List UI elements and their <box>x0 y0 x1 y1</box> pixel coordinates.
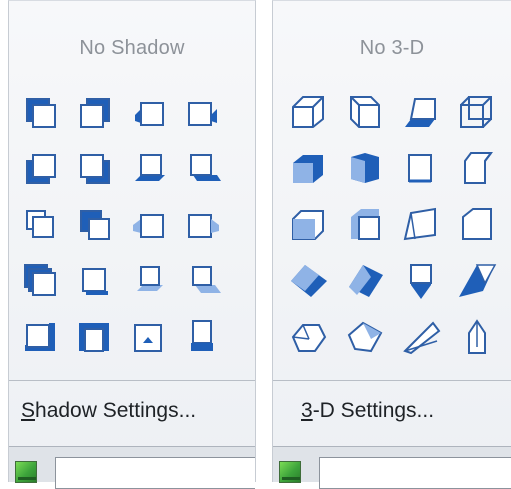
3d-color-field[interactable] <box>319 457 511 489</box>
3d-style-2-icon[interactable] <box>343 91 387 135</box>
shadow-style-grid <box>9 91 255 376</box>
3d-style-14-icon[interactable] <box>343 259 387 303</box>
no-3d-option[interactable]: No 3-D <box>273 37 511 60</box>
shadow-style-18-icon[interactable] <box>73 315 117 359</box>
shadow-color-bar <box>9 446 255 489</box>
3d-style-10-icon[interactable] <box>343 203 387 247</box>
3d-settings-button[interactable]: 3-D Settings... <box>301 399 434 423</box>
3d-style-15-icon[interactable] <box>399 259 443 303</box>
3d-style-4-icon[interactable] <box>455 91 499 135</box>
shadow-style-15-icon[interactable] <box>127 259 171 303</box>
3d-settings-mnemonic: 3 <box>301 399 313 422</box>
shadow-color-field[interactable] <box>55 457 255 489</box>
3d-style-16-icon[interactable] <box>455 259 499 303</box>
3d-style-11-icon[interactable] <box>399 203 443 247</box>
shadow-style-9-icon[interactable] <box>19 203 63 247</box>
3d-style-7-icon[interactable] <box>399 147 443 191</box>
3d-style-menu: No 3-D 3-D Settings... <box>272 0 511 489</box>
shadow-style-11-icon[interactable] <box>127 203 171 247</box>
shadow-style-14-icon[interactable] <box>73 259 117 303</box>
shadow-style-19-icon[interactable] <box>127 315 171 359</box>
shadow-style-2-icon[interactable] <box>73 91 117 135</box>
shadow-style-8-icon[interactable] <box>181 147 225 191</box>
no-shadow-option[interactable]: No Shadow <box>9 37 255 60</box>
shadow-style-4-icon[interactable] <box>181 91 225 135</box>
shadow-style-12-icon[interactable] <box>181 203 225 247</box>
shadow-style-5-icon[interactable] <box>19 147 63 191</box>
shadow-style-20-icon[interactable] <box>181 315 225 359</box>
3d-color-swatch-icon[interactable] <box>279 461 301 483</box>
3d-style-3-icon[interactable] <box>399 91 443 135</box>
3d-style-19-icon[interactable] <box>399 315 443 359</box>
3d-style-5-icon[interactable] <box>287 147 331 191</box>
3d-style-9-icon[interactable] <box>287 203 331 247</box>
shadow-color-swatch-icon[interactable] <box>15 461 37 483</box>
shadow-settings-row: Shadow Settings... <box>9 380 255 447</box>
shadow-style-1-icon[interactable] <box>19 91 63 135</box>
shadow-style-6-icon[interactable] <box>73 147 117 191</box>
3d-style-20-icon[interactable] <box>455 315 499 359</box>
3d-style-1-icon[interactable] <box>287 91 331 135</box>
3d-style-17-icon[interactable] <box>287 315 331 359</box>
shadow-settings-button[interactable]: Shadow Settings... <box>21 399 196 423</box>
shadow-style-16-icon[interactable] <box>181 259 225 303</box>
shadow-style-7-icon[interactable] <box>127 147 171 191</box>
shadow-settings-label: hadow Settings... <box>35 399 197 422</box>
shadow-style-13-icon[interactable] <box>19 259 63 303</box>
3d-style-grid <box>273 91 511 376</box>
shadow-style-3-icon[interactable] <box>127 91 171 135</box>
3d-style-12-icon[interactable] <box>455 203 499 247</box>
shadow-style-10-icon[interactable] <box>73 203 117 247</box>
3d-style-8-icon[interactable] <box>455 147 499 191</box>
3d-style-13-icon[interactable] <box>287 259 331 303</box>
3d-settings-row: 3-D Settings... <box>273 380 511 447</box>
3d-color-bar <box>273 446 511 489</box>
3d-style-18-icon[interactable] <box>343 315 387 359</box>
3d-settings-label: -D Settings... <box>312 399 435 422</box>
shadow-settings-mnemonic: S <box>21 399 36 422</box>
3d-style-6-icon[interactable] <box>343 147 387 191</box>
shadow-style-menu: No Shadow Shadow Settings... <box>8 0 256 489</box>
shadow-style-17-icon[interactable] <box>19 315 63 359</box>
